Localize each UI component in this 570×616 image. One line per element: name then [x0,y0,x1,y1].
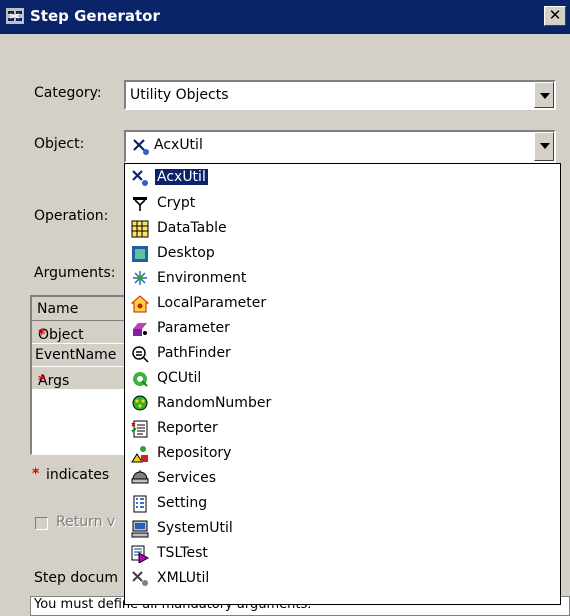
setting-icon [133,495,147,513]
category-value: Utility Objects [130,87,229,103]
required-star: * [32,466,40,482]
repository-icon [131,446,148,463]
dropdown-item-label: SystemUtil [157,520,233,536]
category-select[interactable]: Utility Objects [124,80,556,110]
close-icon: ✕ [548,6,562,24]
indicates-label: indicates [46,467,110,483]
dropdown-item-datatable[interactable]: DataTable [127,217,557,242]
dropdown-item-label: XMLUtil [157,570,210,586]
dropdown-item-tsltest[interactable]: TSLTest [127,542,557,567]
dropdown-item-localparameter[interactable]: LocalParameter [127,292,557,317]
object-dropdown-list[interactable]: AcxUtil Crypt DataTable Desktop Environm… [124,163,561,605]
random-number-icon [132,395,148,411]
object-dropdown-button[interactable] [534,132,554,161]
dropdown-item-label: PathFinder [157,345,231,361]
crypt-icon [133,197,147,211]
dropdown-item-environment[interactable]: Environment [127,267,557,292]
dropdown-item-qcutil[interactable]: QCUtil [127,367,557,392]
dropdown-item-systemutil[interactable]: SystemUtil [127,517,557,542]
dropdown-item-parameter[interactable]: Parameter [127,317,557,342]
dropdown-item-desktop[interactable]: Desktop [127,242,557,267]
window-title: Step Generator [30,7,160,25]
xmlutil-icon [132,571,148,586]
dropdown-item-label: Reporter [157,420,218,436]
category-dropdown-button[interactable] [534,82,554,108]
object-label: Object: [34,136,85,152]
grid-header-label: Name [37,301,79,317]
acxutil-icon [132,170,148,186]
grid-row-name: EventName [35,347,117,363]
dropdown-item-label: Setting [157,495,208,511]
title-bar: Step Generator ✕ [0,0,570,34]
category-label: Category: [34,85,102,101]
dropdown-item-label: Parameter [157,320,230,336]
reporter-icon [131,420,148,438]
required-marker: * [38,327,46,343]
dropdown-item-label: AcxUtil [154,168,209,186]
dropdown-item-label: RandomNumber [157,395,272,411]
chevron-down-icon [540,143,550,149]
step-doc-label: Step docum [34,570,118,586]
object-value: AcxUtil [154,137,203,153]
dropdown-item-label: Repository [157,445,232,461]
return-value-label: Return v [56,514,116,530]
dropdown-item-label: Crypt [157,195,196,211]
services-icon [131,470,149,484]
acxutil-icon [133,139,149,155]
pathfinder-icon [132,346,149,363]
dropdown-item-reporter[interactable]: Reporter [127,417,557,442]
local-parameter-icon [131,295,149,313]
dropdown-item-label: LocalParameter [157,295,267,311]
dropdown-item-label: Environment [157,270,247,286]
dropdown-item-acxutil[interactable]: AcxUtil [127,166,557,191]
dropdown-item-label: QCUtil [157,370,202,386]
dropdown-item-label: Desktop [157,245,215,261]
dropdown-item-pathfinder[interactable]: PathFinder [127,342,557,367]
parameter-icon [133,323,147,336]
dropdown-item-label: TSLTest [157,545,208,561]
dropdown-item-crypt[interactable]: Crypt [127,192,557,217]
datatable-icon [131,220,149,238]
return-value-checkbox[interactable] [35,517,48,530]
qcutil-icon [133,372,148,387]
operation-label: Operation: [34,208,109,224]
tsltest-icon [131,545,149,563]
dropdown-item-label: Services [157,470,217,486]
step-generator-icon [6,8,24,24]
dropdown-item-repository[interactable]: Repository [127,442,557,467]
dropdown-item-label: DataTable [157,220,227,236]
close-button[interactable]: ✕ [544,6,566,26]
environment-icon [133,271,147,285]
dropdown-item-setting[interactable]: Setting [127,492,557,517]
required-marker: * [38,373,46,389]
dropdown-item-xmlutil[interactable]: XMLUtil [127,567,557,592]
dropdown-item-services[interactable]: Services [127,467,557,492]
chevron-down-icon [540,93,550,99]
desktop-icon [132,246,148,262]
dropdown-item-randomnumber[interactable]: RandomNumber [127,392,557,417]
object-select[interactable]: AcxUtil [124,130,556,163]
arguments-label: Arguments: [34,265,116,281]
systemutil-icon [131,520,149,538]
